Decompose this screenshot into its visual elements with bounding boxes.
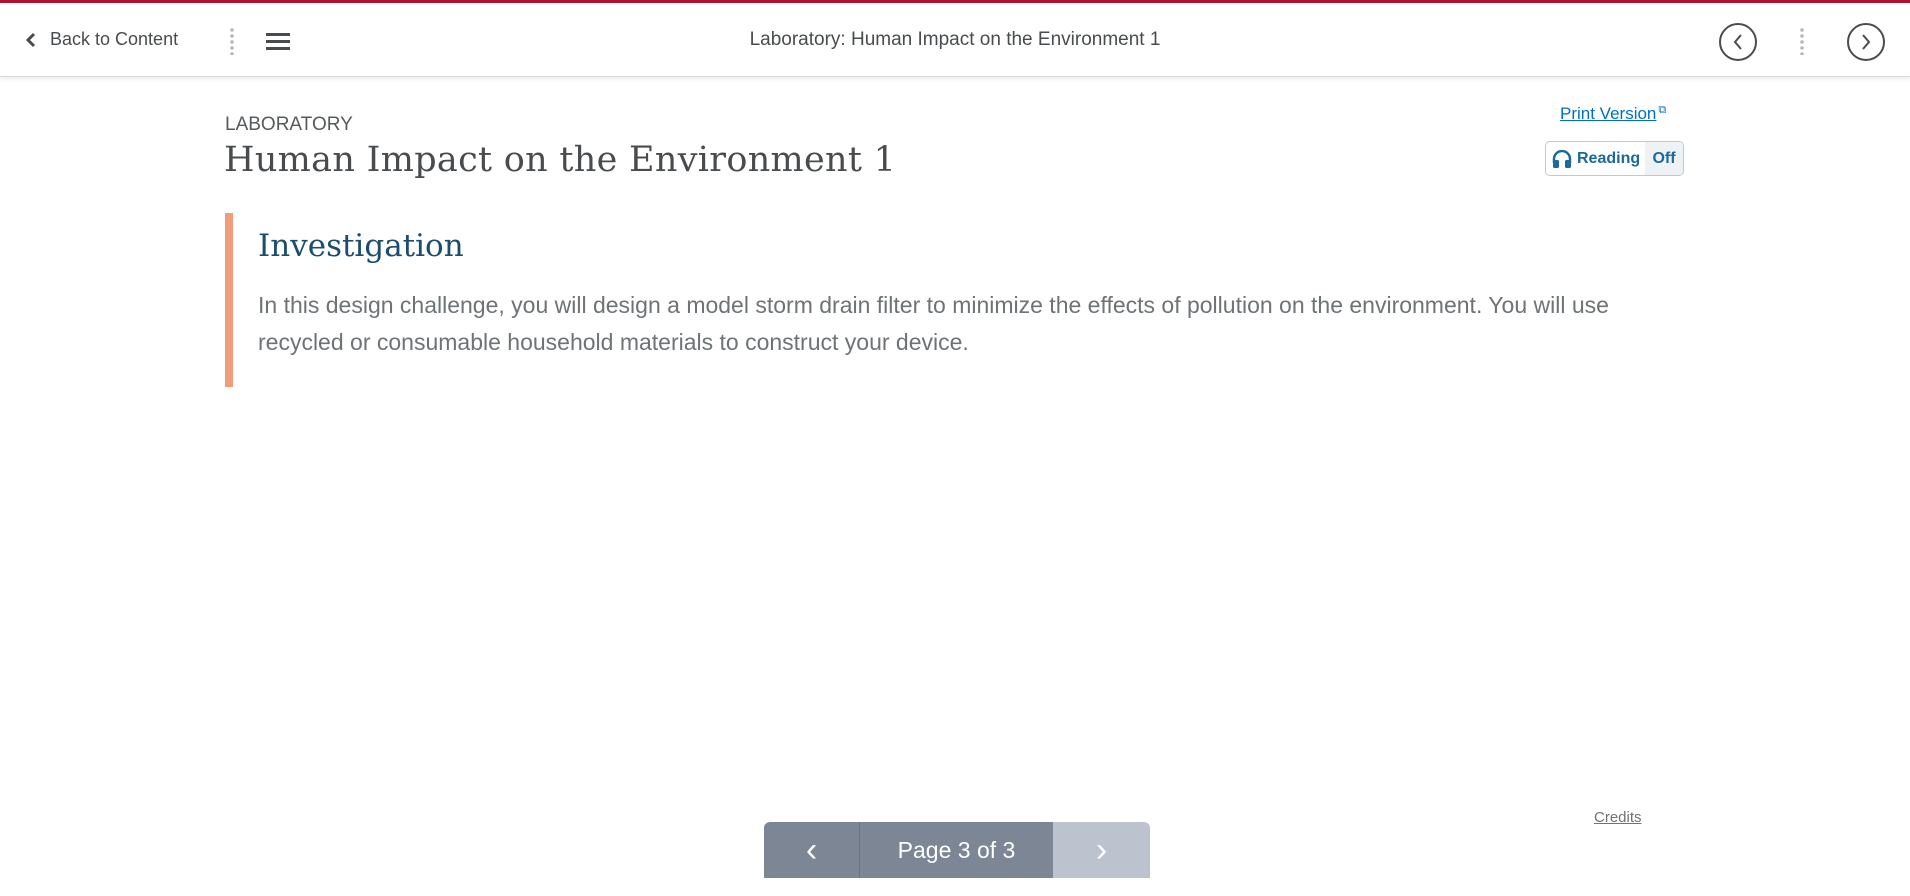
page-title-bar: Laboratory: Human Impact on the Environm… bbox=[749, 29, 1161, 50]
category-label: LABORATORY bbox=[225, 114, 353, 135]
divider bbox=[1800, 27, 1804, 55]
pagination: ‹ Page 3 of 3 › bbox=[764, 822, 1150, 878]
page-indicator: Page 3 of 3 bbox=[860, 822, 1053, 878]
chevron-left-icon: ‹ bbox=[805, 830, 818, 869]
chevron-left-icon bbox=[1733, 34, 1742, 50]
top-bar: Back to Content Laboratory: Human Impact… bbox=[0, 0, 1910, 77]
previous-topic-button[interactable] bbox=[1719, 23, 1757, 61]
page-heading: Human Impact on the Environment 1 bbox=[224, 140, 897, 180]
print-version-link[interactable]: Print Version ⧉ bbox=[1560, 104, 1666, 124]
section-text: In this design challenge, you will desig… bbox=[258, 292, 1609, 355]
section-accent-bar bbox=[225, 213, 233, 387]
chevron-right-icon bbox=[1862, 34, 1871, 50]
print-label: Print Version bbox=[1560, 104, 1657, 123]
headphones-icon bbox=[1552, 149, 1572, 168]
next-topic-button[interactable] bbox=[1847, 23, 1885, 61]
reading-toggle[interactable]: Reading Off bbox=[1545, 141, 1684, 176]
next-page-button[interactable]: › bbox=[1053, 822, 1150, 878]
chevron-right-icon: › bbox=[1095, 830, 1108, 869]
section-heading: Investigation bbox=[258, 228, 464, 264]
reading-state: Off bbox=[1645, 142, 1683, 175]
reading-label: Reading bbox=[1577, 149, 1641, 167]
previous-page-button[interactable]: ‹ bbox=[764, 822, 860, 878]
external-window-icon: ⧉ bbox=[1658, 104, 1667, 116]
credits-link[interactable]: Credits bbox=[1594, 809, 1642, 826]
